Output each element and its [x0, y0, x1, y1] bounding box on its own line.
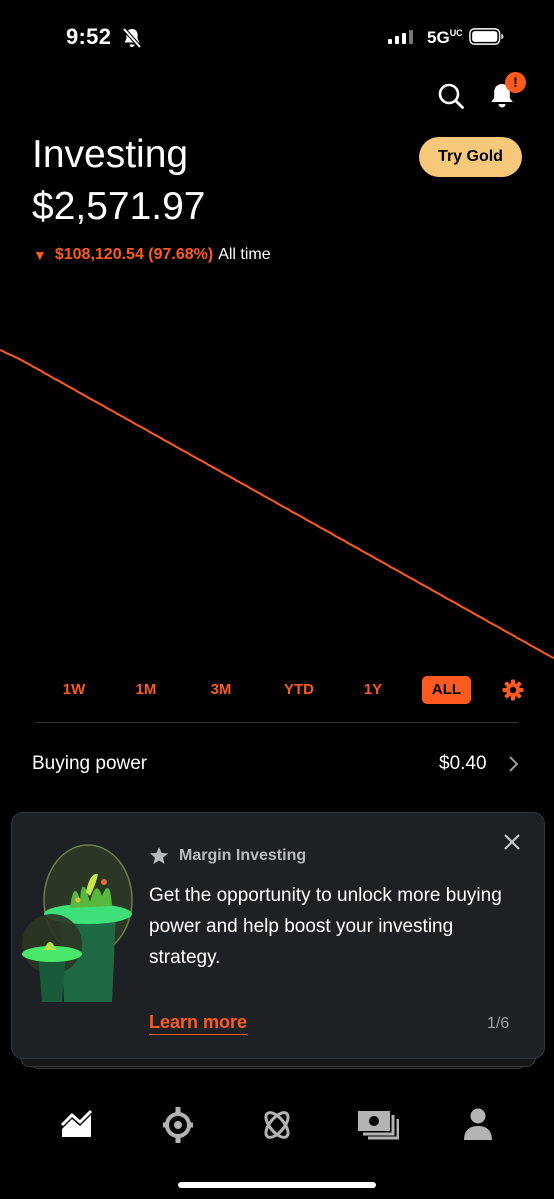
chart-series-line	[0, 349, 554, 659]
chart-settings-gear-icon[interactable]	[502, 679, 524, 701]
person-icon[interactable]	[463, 1107, 493, 1141]
notification-badge: !	[505, 72, 526, 93]
change-amount: $108,120.54 (97.68%)	[54, 246, 214, 263]
portfolio-change: ▼ $108,120.54 (97.68%) All time	[33, 246, 271, 264]
divider	[36, 722, 518, 723]
crypto-icon[interactable]	[161, 1107, 195, 1143]
range-tab-1y[interactable]: 1Y	[349, 676, 397, 704]
chevron-right-icon[interactable]	[507, 755, 519, 773]
cash-icon[interactable]	[357, 1107, 399, 1141]
atom-icon[interactable]	[260, 1107, 294, 1143]
buying-power-label[interactable]: Buying power	[32, 753, 147, 775]
signal-icon	[388, 30, 413, 44]
range-tab-ytd[interactable]: YTD	[274, 676, 324, 704]
close-icon[interactable]	[503, 833, 521, 851]
change-period: All time	[218, 246, 271, 263]
status-time: 9:52	[66, 24, 112, 49]
buying-power-value[interactable]: $0.40	[439, 753, 487, 775]
network-label: 5GUC	[427, 28, 463, 47]
range-tab-1w[interactable]: 1W	[50, 676, 98, 704]
down-triangle-icon: ▼	[33, 247, 47, 263]
range-tab-all[interactable]: ALL	[422, 676, 471, 704]
range-tab-3m[interactable]: 3M	[197, 676, 245, 704]
terrarium-illustration	[22, 844, 133, 1002]
network-sub-label: UC	[449, 28, 463, 38]
bell-off-icon	[122, 27, 142, 49]
portfolio-balance: $2,571.97	[32, 185, 206, 228]
learn-more-link[interactable]: Learn more	[149, 1012, 248, 1035]
range-tab-1m[interactable]: 1M	[122, 676, 170, 704]
portfolio-chart[interactable]	[0, 340, 554, 670]
home-indicator	[178, 1182, 376, 1188]
page-title: Investing	[32, 133, 189, 176]
range-selector: 1W 1M 3M YTD 1Y ALL	[40, 676, 520, 704]
search-icon[interactable]	[437, 82, 465, 110]
battery-icon	[469, 28, 504, 45]
promo-pagination: 1/6	[487, 1015, 510, 1032]
chart-icon[interactable]	[60, 1107, 94, 1141]
promo-body: Get the opportunity to unlock more buyin…	[149, 885, 502, 968]
star-icon	[150, 847, 168, 864]
promo-kicker: Margin Investing	[179, 847, 307, 864]
try-gold-button[interactable]: Try Gold	[419, 137, 522, 177]
